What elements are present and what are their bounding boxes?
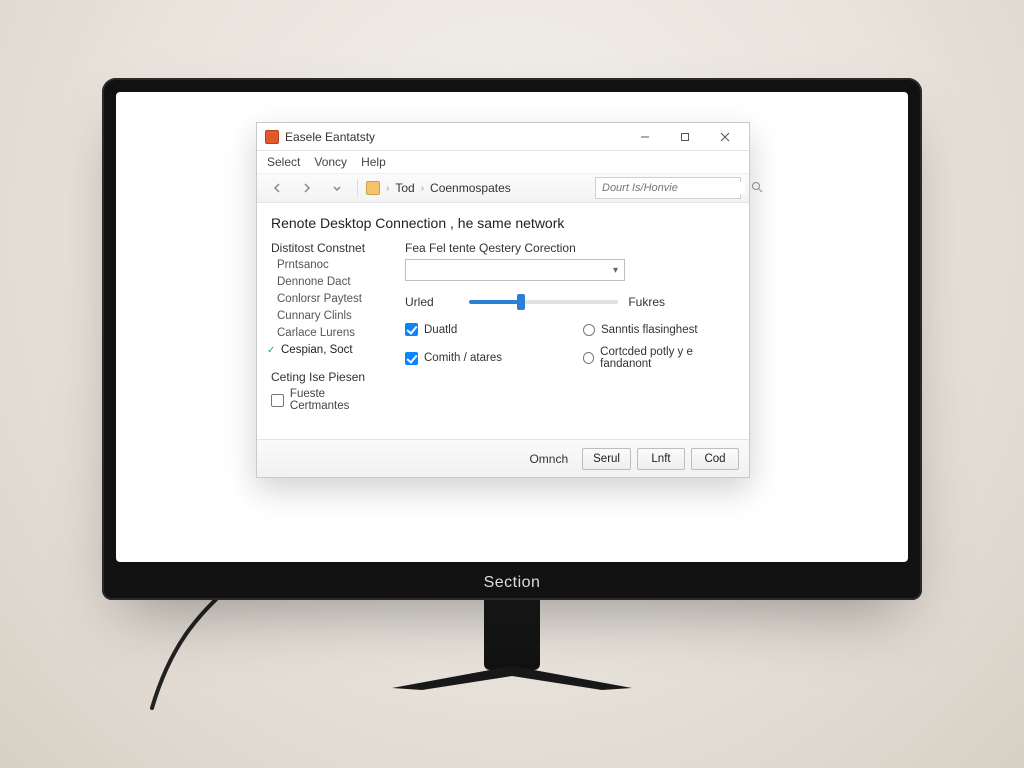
side-panel-item-label: Carlace Lurens xyxy=(277,327,355,339)
side-panel-item[interactable]: Cunnary Clinls xyxy=(271,310,387,322)
option-label: Sanntis flasinghest xyxy=(601,324,698,336)
app-window: Easele Eantatsty xyxy=(256,122,750,478)
footer-button[interactable]: Lnft xyxy=(637,448,685,470)
side-panel: Distitost Constnet Prntsanoc Dennone Dact… xyxy=(271,241,387,439)
side-panel-item-label: Cunnary Clinls xyxy=(277,310,352,322)
side-panel-item[interactable]: Carlace Lurens xyxy=(271,327,387,339)
side-panel-item-label: Cespian, Soct xyxy=(281,344,353,356)
arrow-right-icon xyxy=(301,182,313,194)
slider-row: Urled Fukres xyxy=(405,295,665,309)
window-title: Easele Eantatsty xyxy=(285,130,375,144)
side-panel-item[interactable]: Conlorsr Paytest xyxy=(271,293,387,305)
forward-button[interactable] xyxy=(295,176,319,200)
close-button[interactable] xyxy=(705,124,745,150)
side-panel-item-label: Dennone Dact xyxy=(277,276,351,288)
menubar: Select Voncy Help xyxy=(257,151,749,173)
monitor-screen: Easele Eantatsty xyxy=(116,92,908,562)
search-box[interactable] xyxy=(595,177,741,199)
minimize-icon xyxy=(640,132,650,142)
slider-right-label: Fukres xyxy=(628,295,665,309)
breadcrumb-item[interactable]: Tod xyxy=(395,181,414,195)
chevron-down-icon xyxy=(331,182,343,194)
footer: Omnch Serul Lnft Cod xyxy=(257,439,749,477)
option-label: Comith / atares xyxy=(424,352,502,364)
breadcrumb-item[interactable]: Coenmospates xyxy=(430,181,511,195)
footer-button[interactable]: Serul xyxy=(582,448,631,470)
chevron-right-icon: › xyxy=(386,183,389,194)
footer-link[interactable]: Omnch xyxy=(529,452,568,466)
page-heading: Renote Desktop Connection , he same netw… xyxy=(271,213,735,241)
chevron-right-icon: › xyxy=(421,183,424,194)
checkbox[interactable] xyxy=(271,394,284,407)
minimize-button[interactable] xyxy=(625,124,665,150)
titlebar: Easele Eantatsty xyxy=(257,123,749,151)
menu-item[interactable]: Select xyxy=(267,155,300,169)
footer-button[interactable]: Cod xyxy=(691,448,739,470)
radio[interactable] xyxy=(583,324,595,336)
checkbox-label: Fueste Certmantes xyxy=(290,388,387,412)
maximize-icon xyxy=(680,132,690,142)
side-panel-item[interactable]: ✓Cespian, Soct xyxy=(271,344,387,356)
check-icon: ✓ xyxy=(267,345,277,356)
monitor-bezel: Easele Eantatsty xyxy=(102,78,922,600)
search-icon xyxy=(751,181,763,196)
option-label: Duatld xyxy=(424,324,457,336)
maximize-button[interactable] xyxy=(665,124,705,150)
side-group-title: Distitost Constnet xyxy=(271,241,387,255)
slider-left-label: Urled xyxy=(405,295,459,309)
recent-button[interactable] xyxy=(325,176,349,200)
menu-item[interactable]: Voncy xyxy=(314,155,347,169)
slider[interactable] xyxy=(469,300,618,304)
folder-icon xyxy=(366,181,380,195)
search-input[interactable] xyxy=(602,182,745,194)
separator xyxy=(357,179,358,197)
side-panel-item-label: Prntsanoc xyxy=(277,259,329,271)
toolbar: › Tod › Coenmospates xyxy=(257,173,749,203)
menu-item[interactable]: Help xyxy=(361,155,386,169)
checkbox[interactable] xyxy=(405,323,418,336)
breadcrumb[interactable]: › Tod › Coenmospates xyxy=(366,181,589,195)
option-label: Cortcded potly y e fandanont xyxy=(600,346,735,370)
options-grid: Duatld Sanntis flasinghest Comith / atar… xyxy=(405,323,735,370)
back-button[interactable] xyxy=(265,176,289,200)
slider-thumb[interactable] xyxy=(517,294,525,310)
radio[interactable] xyxy=(583,352,594,364)
checkbox[interactable] xyxy=(405,352,418,365)
side-panel-item[interactable]: Dennone Dact xyxy=(271,276,387,288)
side-group-title: Ceting Ise Piesen xyxy=(271,370,387,384)
arrow-left-icon xyxy=(271,182,283,194)
monitor-stand-base xyxy=(372,664,652,690)
monitor-stand-neck xyxy=(484,600,540,670)
chevron-down-icon: ▾ xyxy=(613,265,618,276)
side-panel-item[interactable]: Prntsanoc xyxy=(271,259,387,271)
monitor-brand: Section xyxy=(102,574,922,592)
main-content: Fea Fel tente Qestery Corection ▾ Urled xyxy=(405,241,735,439)
side-panel-item-label: Conlorsr Paytest xyxy=(277,293,362,305)
close-icon xyxy=(720,132,730,142)
field-label: Fea Fel tente Qestery Corection xyxy=(405,241,735,255)
app-icon xyxy=(265,130,279,144)
connection-dropdown[interactable]: ▾ xyxy=(405,259,625,281)
